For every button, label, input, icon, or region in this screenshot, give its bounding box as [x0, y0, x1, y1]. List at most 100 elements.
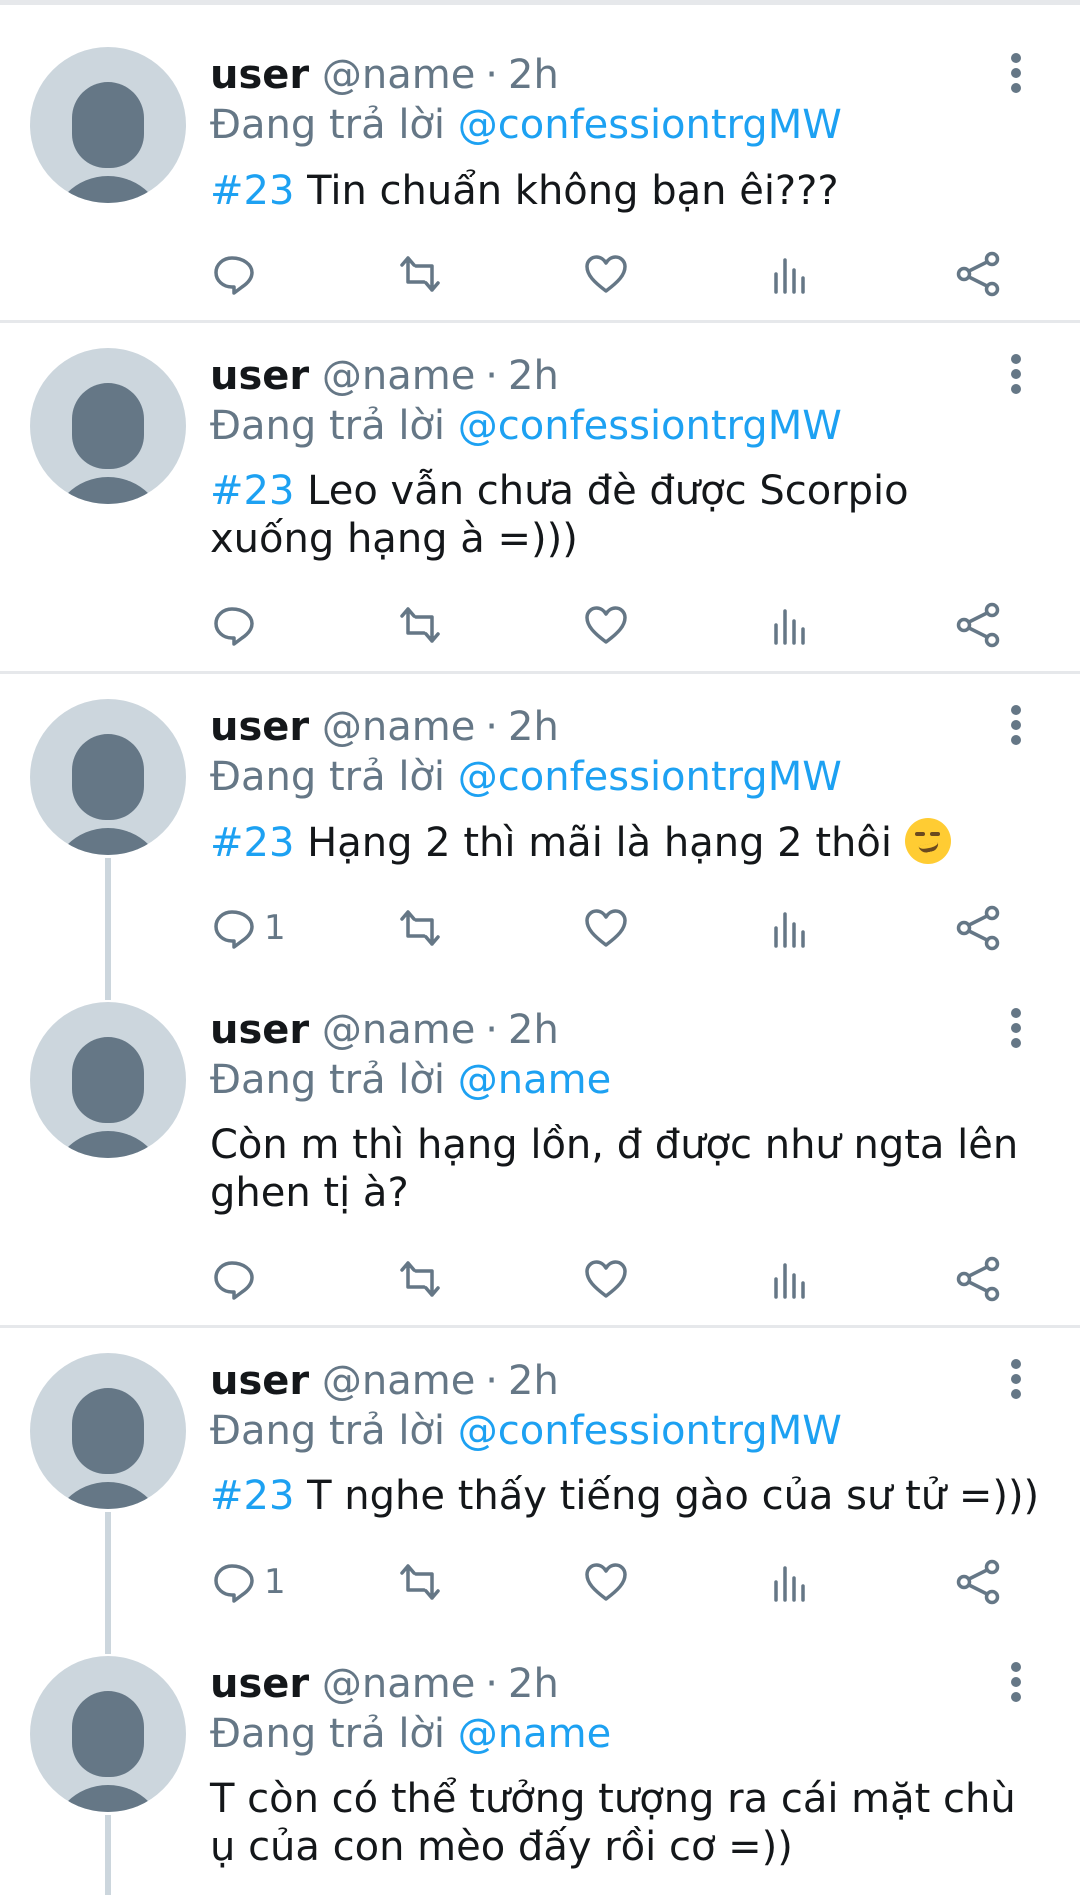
like-button[interactable] [582, 597, 630, 653]
username[interactable]: user [210, 704, 309, 750]
tweet[interactable]: user @name · 2h Đang trả lời @confessiontr… [0, 0, 1080, 320]
replying-to-label: Đang trả lời [210, 102, 446, 148]
tweet[interactable]: user @name · 2h Đang trả lời @name T còn c… [0, 1631, 1080, 1895]
more-vertical-icon[interactable] [1006, 1658, 1026, 1706]
tweet-body: T còn có thể tưởng tượng ra cái mặt chù … [210, 1776, 1016, 1870]
analytics-button[interactable] [768, 597, 816, 653]
share-icon [956, 251, 1000, 297]
reply-button[interactable]: 1 [210, 900, 286, 956]
share-button[interactable] [954, 597, 1002, 653]
action-bar: 1 [210, 900, 1030, 956]
replying-to: Đang trả lời @confessiontrgMW [210, 403, 842, 449]
avatar[interactable] [30, 1353, 186, 1509]
handle[interactable]: @name [322, 52, 475, 98]
reply-button[interactable] [210, 246, 264, 302]
mention-link[interactable]: @confessiontrgMW [458, 1408, 842, 1454]
separator: · [485, 52, 499, 98]
hashtag-link[interactable]: #23 [210, 168, 294, 214]
replying-to: Đang trả lời @confessiontrgMW [210, 754, 842, 800]
mention-link[interactable]: @confessiontrgMW [458, 754, 842, 800]
more-vertical-icon[interactable] [1006, 49, 1026, 97]
share-icon [956, 1256, 1000, 1302]
retweet-button[interactable] [396, 246, 444, 302]
more-vertical-icon[interactable] [1006, 1355, 1026, 1403]
more-vertical-icon[interactable] [1006, 701, 1026, 749]
mention-link[interactable]: @confessiontrgMW [458, 102, 842, 148]
share-button[interactable] [954, 246, 1002, 302]
heart-icon [585, 606, 627, 644]
retweet-button[interactable] [396, 900, 444, 956]
avatar[interactable] [30, 47, 186, 203]
retweet-button[interactable] [396, 1554, 444, 1610]
tweet-body: Còn m thì hạng lồn, đ được như ngta lên … [210, 1122, 1019, 1216]
mention-link[interactable]: @confessiontrgMW [458, 403, 842, 449]
tweet-header: user @name · 2h [210, 1661, 559, 1707]
share-button[interactable] [954, 1251, 1002, 1307]
replying-to-label: Đang trả lời [210, 1057, 446, 1103]
action-bar: 1 [210, 1554, 1030, 1610]
replying-to-label: Đang trả lời [210, 1711, 446, 1757]
replying-to: Đang trả lời @name [210, 1711, 611, 1757]
tweet[interactable]: user @name · 2h Đang trả lời @confessiontr… [0, 323, 1080, 671]
more-vertical-icon[interactable] [1006, 1004, 1026, 1052]
reply-button[interactable] [210, 597, 264, 653]
heart-icon [585, 1260, 627, 1298]
analytics-button[interactable] [768, 1554, 816, 1610]
handle[interactable]: @name [322, 1661, 475, 1707]
avatar[interactable] [30, 699, 186, 855]
timestamp[interactable]: 2h [508, 1358, 559, 1404]
hashtag-link[interactable]: #23 [210, 820, 294, 866]
username[interactable]: user [210, 353, 309, 399]
avatar[interactable] [30, 1002, 186, 1158]
tweet[interactable]: user @name · 2h Đang trả lời @confessiontr… [0, 674, 1080, 974]
like-button[interactable] [582, 1251, 630, 1307]
replying-to-label: Đang trả lời [210, 754, 446, 800]
analytics-button[interactable] [768, 1251, 816, 1307]
tweet-header: user @name · 2h [210, 704, 559, 750]
timestamp[interactable]: 2h [508, 52, 559, 98]
tweet-text: Còn m thì hạng lồn, đ được như ngta lên … [210, 1121, 1040, 1217]
retweet-icon [400, 910, 440, 946]
handle[interactable]: @name [322, 1007, 475, 1053]
share-button[interactable] [954, 900, 1002, 956]
mention-link[interactable]: @name [458, 1711, 611, 1757]
tweet-body: Leo vẫn chưa đè được Scorpio xuống hạng … [210, 468, 909, 562]
hashtag-link[interactable]: #23 [210, 1473, 294, 1519]
analytics-button[interactable] [768, 900, 816, 956]
more-vertical-icon[interactable] [1006, 350, 1026, 398]
like-button[interactable] [582, 1554, 630, 1610]
handle[interactable]: @name [322, 704, 475, 750]
timestamp[interactable]: 2h [508, 353, 559, 399]
share-icon [956, 1559, 1000, 1605]
hashtag-link[interactable]: #23 [210, 468, 294, 514]
username[interactable]: user [210, 52, 309, 98]
retweet-button[interactable] [396, 1251, 444, 1307]
share-button[interactable] [954, 1554, 1002, 1610]
mention-link[interactable]: @name [458, 1057, 611, 1103]
handle[interactable]: @name [322, 353, 475, 399]
tweet[interactable]: user @name · 2h Đang trả lời @confessiontr… [0, 1328, 1080, 1628]
like-button[interactable] [582, 246, 630, 302]
timestamp[interactable]: 2h [508, 1661, 559, 1707]
username[interactable]: user [210, 1007, 309, 1053]
username[interactable]: user [210, 1661, 309, 1707]
analytics-icon [774, 1263, 805, 1299]
tweet-header: user @name · 2h [210, 1358, 559, 1404]
reply-button[interactable]: 1 [210, 1554, 286, 1610]
tweet-header: user @name · 2h [210, 52, 559, 98]
action-bar [210, 597, 1030, 653]
reply-icon [214, 910, 254, 949]
retweet-button[interactable] [396, 597, 444, 653]
username[interactable]: user [210, 1358, 309, 1404]
handle[interactable]: @name [322, 1358, 475, 1404]
avatar[interactable] [30, 1656, 186, 1812]
reply-button[interactable] [210, 1251, 264, 1307]
tweet[interactable]: user @name · 2h Đang trả lời @name Còn m t… [0, 977, 1080, 1325]
like-button[interactable] [582, 900, 630, 956]
tweet-text: T còn có thể tưởng tượng ra cái mặt chù … [210, 1775, 1040, 1871]
analytics-button[interactable] [768, 246, 816, 302]
timestamp[interactable]: 2h [508, 704, 559, 750]
timestamp[interactable]: 2h [508, 1007, 559, 1053]
tweet-text: #23 Tin chuẩn không bạn êi??? [210, 167, 1040, 215]
avatar[interactable] [30, 348, 186, 504]
